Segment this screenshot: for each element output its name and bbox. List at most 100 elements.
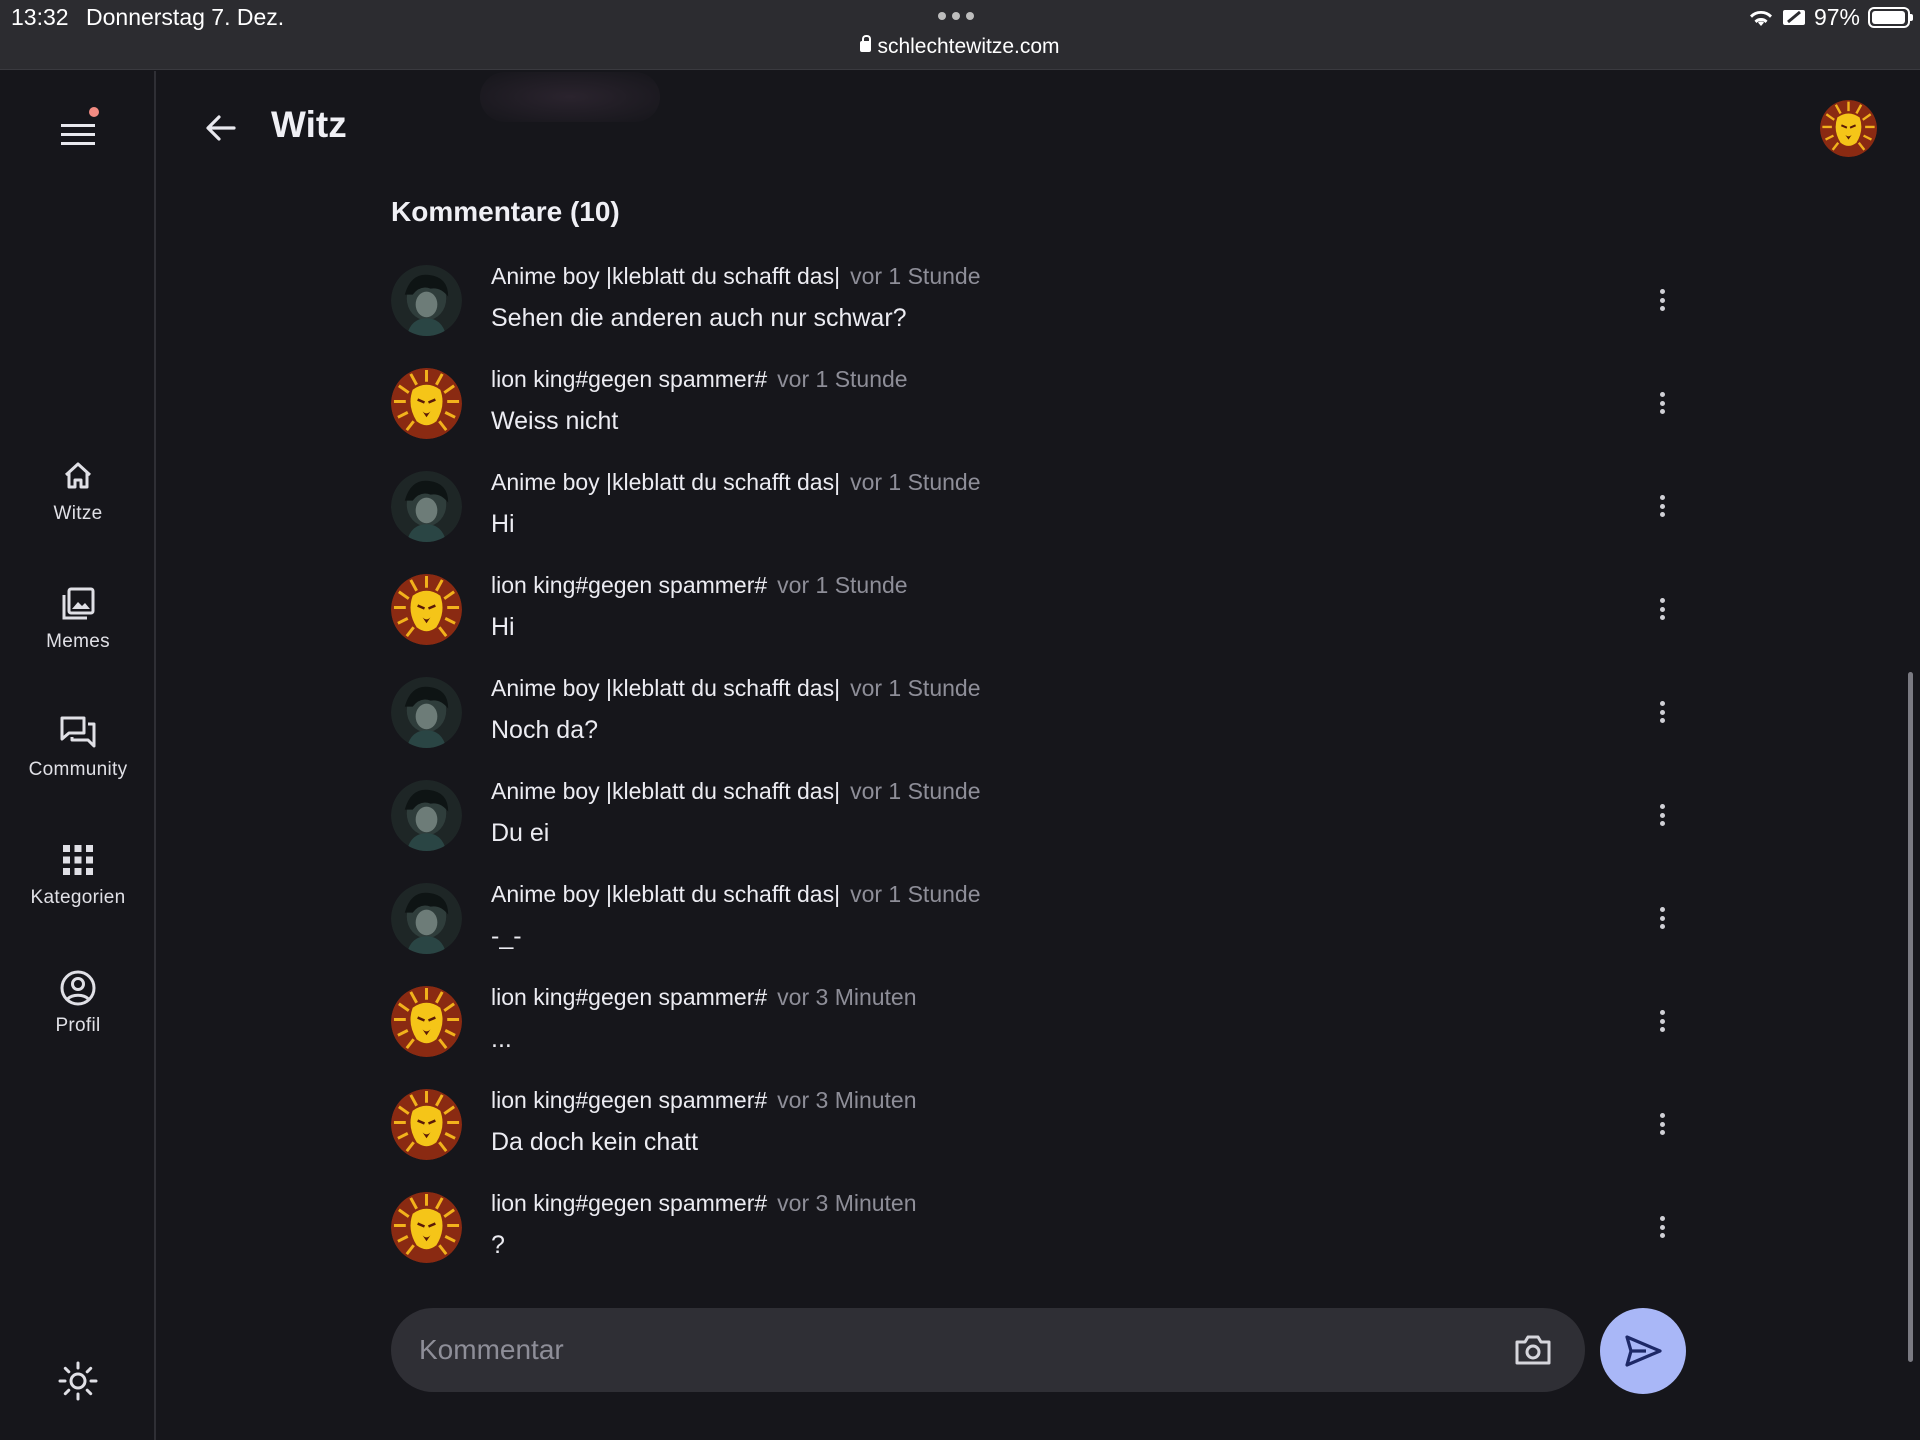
- comment-text: Hi: [491, 510, 515, 538]
- notification-dot: [89, 107, 99, 117]
- comment-author[interactable]: Anime boy |kleblatt du schafft das|: [491, 778, 840, 804]
- sidebar-item-memes[interactable]: Memes: [0, 584, 156, 653]
- lion-avatar-icon: [391, 1089, 462, 1160]
- battery-icon: [1868, 7, 1913, 28]
- sidebar-item-profil[interactable]: Profil: [0, 968, 156, 1037]
- more-vert-icon: [1659, 1216, 1665, 1221]
- lion-avatar-icon: [391, 368, 462, 439]
- more-vert-icon: [1659, 1113, 1665, 1118]
- scrolled-content-shadow: [480, 72, 660, 122]
- anime-avatar-icon: [391, 471, 462, 542]
- arrow-back-icon: [206, 115, 236, 141]
- comment-author[interactable]: Anime boy |kleblatt du schafft das|: [491, 263, 840, 289]
- more-vert-icon: [1659, 804, 1665, 809]
- comment-time: vor 1 Stunde: [777, 366, 908, 392]
- comment-item: Anime boy |kleblatt du schafft das| vor 1…: [391, 469, 1681, 569]
- comment-composer: [391, 1308, 1585, 1392]
- more-options-button[interactable]: [1655, 1109, 1669, 1139]
- hamburger-menu-icon: [61, 124, 95, 145]
- more-options-button[interactable]: [1655, 903, 1669, 933]
- sidebar-item-label: Profil: [55, 1015, 101, 1036]
- sidebar-item-label: Witze: [53, 503, 103, 524]
- comment-text: Noch da?: [491, 716, 599, 744]
- comment-time: vor 1 Stunde: [850, 263, 981, 289]
- comment-author[interactable]: Anime boy |kleblatt du schafft das|: [491, 881, 840, 907]
- menu-button[interactable]: [58, 115, 98, 155]
- sidebar-item-label: Kategorien: [30, 887, 126, 908]
- sidebar-item-kategorien[interactable]: Kategorien: [0, 840, 156, 909]
- comment-author[interactable]: lion king#gegen spammer#: [491, 1190, 767, 1216]
- anime-avatar-icon: [391, 265, 462, 336]
- sidebar-item-label: Community: [28, 759, 128, 780]
- lion-avatar-icon: [391, 986, 462, 1057]
- comment-time: vor 3 Minuten: [777, 1087, 917, 1113]
- sidebar-item-witze[interactable]: Witze: [0, 456, 156, 525]
- comment-time: vor 1 Stunde: [850, 675, 981, 701]
- multitasking-dots-icon[interactable]: [938, 12, 974, 20]
- more-options-button[interactable]: [1655, 594, 1669, 624]
- comment-avatar[interactable]: [391, 883, 462, 954]
- anime-avatar-icon: [391, 883, 462, 954]
- comment-author[interactable]: Anime boy |kleblatt du schafft das|: [491, 675, 840, 701]
- more-options-button[interactable]: [1655, 1006, 1669, 1036]
- more-options-button[interactable]: [1655, 697, 1669, 727]
- comment-avatar[interactable]: [391, 471, 462, 542]
- url-text: schlechtewitze.com: [877, 35, 1060, 58]
- sidebar-item-community[interactable]: Community: [0, 712, 156, 781]
- comments-heading: Kommentare (10): [391, 196, 620, 227]
- send-icon: [1625, 1335, 1662, 1367]
- comment-avatar[interactable]: [391, 780, 462, 851]
- camera-button[interactable]: [1513, 1330, 1553, 1370]
- more-options-button[interactable]: [1655, 800, 1669, 830]
- comment-author[interactable]: lion king#gegen spammer#: [491, 984, 767, 1010]
- comment-text: Sehen die anderen auch nur schwar?: [491, 304, 907, 332]
- comment-time: vor 3 Minuten: [777, 1190, 917, 1216]
- more-options-button[interactable]: [1655, 285, 1669, 315]
- images-icon: [62, 587, 95, 620]
- more-vert-icon: [1659, 598, 1665, 603]
- more-options-button[interactable]: [1655, 388, 1669, 418]
- comment-avatar[interactable]: [391, 677, 462, 748]
- comment-avatar[interactable]: [391, 574, 462, 645]
- comment-avatar[interactable]: [391, 1192, 462, 1263]
- more-options-button[interactable]: [1655, 491, 1669, 521]
- address-bar[interactable]: schlechtewitze.com: [0, 35, 1920, 59]
- lion-avatar-icon: [391, 1192, 462, 1263]
- comment-author[interactable]: lion king#gegen spammer#: [491, 1087, 767, 1113]
- more-vert-icon: [1659, 907, 1665, 912]
- scrollbar[interactable]: [1908, 672, 1913, 1362]
- more-vert-icon: [1659, 392, 1665, 397]
- comment-author[interactable]: lion king#gegen spammer#: [491, 366, 767, 392]
- send-button[interactable]: [1600, 1308, 1686, 1394]
- comment-item: Anime boy |kleblatt du schafft das| vor 1…: [391, 881, 1681, 981]
- status-time: 13:32: [11, 4, 69, 30]
- comment-avatar[interactable]: [391, 265, 462, 336]
- comment-time: vor 1 Stunde: [850, 881, 981, 907]
- anime-avatar-icon: [391, 677, 462, 748]
- more-vert-icon: [1659, 495, 1665, 500]
- comment-avatar[interactable]: [391, 986, 462, 1057]
- more-vert-icon: [1659, 1010, 1665, 1015]
- back-button[interactable]: [200, 107, 242, 149]
- comment-text: Da doch kein chatt: [491, 1128, 699, 1156]
- grid-icon: [63, 845, 93, 875]
- more-vert-icon: [1659, 289, 1665, 294]
- lock-icon: [860, 35, 872, 52]
- sidebar: Witze Memes Community Kategorien Profil: [0, 71, 156, 1440]
- comment-author[interactable]: lion king#gegen spammer#: [491, 572, 767, 598]
- sun-icon: [58, 1361, 98, 1401]
- more-options-button[interactable]: [1655, 1212, 1669, 1242]
- comment-avatar[interactable]: [391, 368, 462, 439]
- comment-text: Hi: [491, 613, 515, 641]
- user-avatar[interactable]: [1820, 100, 1877, 157]
- theme-toggle-button[interactable]: [56, 1359, 100, 1403]
- screen-mirroring-icon: [1782, 9, 1805, 25]
- more-vert-icon: [1659, 701, 1665, 706]
- comment-avatar[interactable]: [391, 1089, 462, 1160]
- comment-input[interactable]: [419, 1308, 1479, 1392]
- comment-text: ?: [491, 1231, 505, 1259]
- comment-item: Anime boy |kleblatt du schafft das| vor 1…: [391, 778, 1681, 878]
- lion-avatar-icon: [391, 574, 462, 645]
- comment-item: lion king#gegen spammer# vor 3 Minuten?: [391, 1190, 1681, 1290]
- comment-author[interactable]: Anime boy |kleblatt du schafft das|: [491, 469, 840, 495]
